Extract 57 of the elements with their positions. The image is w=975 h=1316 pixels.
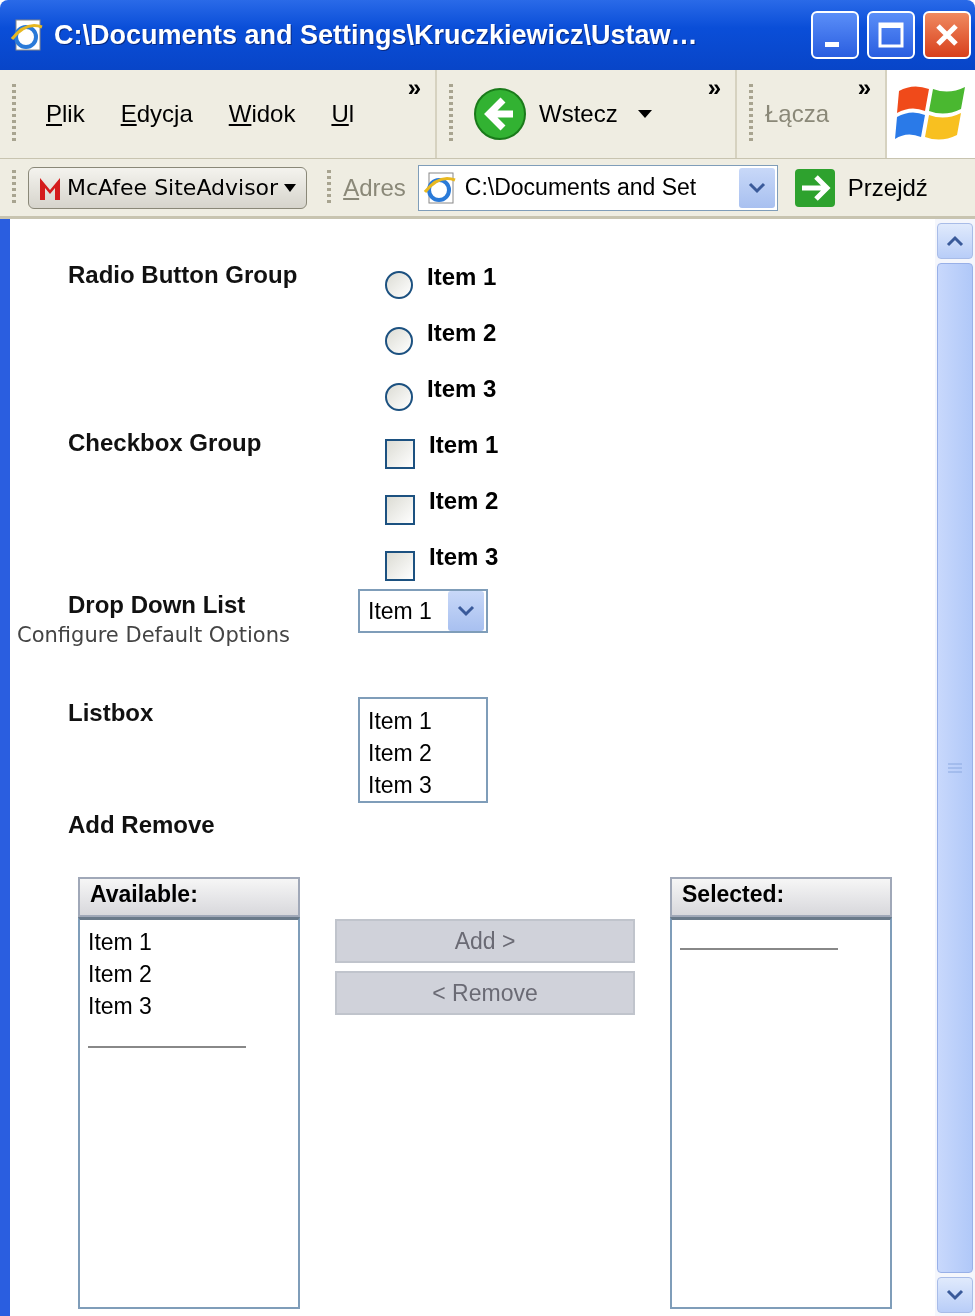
dropdown-button[interactable]	[738, 167, 775, 208]
chevron-down-icon	[946, 1289, 964, 1301]
scroll-up-button[interactable]	[937, 223, 973, 259]
chevron-button[interactable]: »	[407, 74, 421, 102]
chevron-up-icon	[946, 235, 964, 247]
go-button[interactable]: Przejdź	[793, 167, 928, 208]
list-item[interactable]: Item 1	[368, 705, 486, 737]
caret-icon[interactable]	[637, 110, 652, 118]
minimize-button[interactable]	[811, 11, 859, 59]
radio-button[interactable]	[385, 271, 413, 299]
chevron-button[interactable]: »	[707, 74, 721, 102]
menu-item[interactable]: Edycja	[102, 100, 211, 128]
field-label: Listbox	[68, 698, 155, 728]
list-item[interactable]: Item 3	[88, 990, 290, 1022]
radio-button[interactable]	[385, 327, 413, 355]
chevron-down-icon	[457, 605, 475, 617]
back-button[interactable]: Wstecz	[465, 87, 626, 141]
list-item[interactable]: Item 2	[88, 958, 290, 990]
window-title: C:\Documents and Settings\Kruczkiewicz\Ustaw…	[54, 19, 699, 51]
address-label: Adres	[343, 173, 406, 202]
option-label: Item 3	[427, 375, 497, 403]
panel-header: Available:	[78, 877, 300, 917]
menu-item[interactable]: Widok	[210, 100, 314, 128]
checkbox[interactable]	[385, 551, 415, 581]
maximize-icon	[877, 21, 905, 49]
menu-item[interactable]: Plik	[28, 100, 103, 128]
menu-item[interactable]: Ul	[313, 100, 373, 128]
maximize-button[interactable]	[867, 11, 915, 59]
checkbox[interactable]	[385, 495, 415, 525]
option-label: Item 2	[427, 319, 497, 347]
field-label: Add Remove	[68, 810, 216, 839]
dropdown[interactable]: Item 1	[358, 589, 488, 633]
siteadvisor-button[interactable]: McAfee SiteAdvisor	[28, 166, 308, 209]
field-label: Drop Down List	[68, 590, 247, 619]
overlay-text: Configure Default Options	[17, 623, 290, 647]
group-label: Checkbox Group	[68, 428, 263, 458]
list-item[interactable]: Item 1	[88, 926, 290, 958]
scrollbar[interactable]	[935, 219, 975, 1316]
group-label: Radio Button Group	[68, 260, 299, 290]
checkbox[interactable]	[385, 439, 415, 469]
address-field[interactable]: C:\Documents and Set	[417, 164, 778, 211]
option-label: Item 1	[427, 263, 497, 291]
radio-button[interactable]	[385, 383, 413, 411]
chevron-down-icon	[747, 181, 766, 194]
scroll-thumb[interactable]	[937, 263, 973, 1273]
close-button[interactable]	[923, 11, 971, 59]
dropdown-button[interactable]	[448, 591, 484, 631]
list-item[interactable]: Item 3	[368, 769, 486, 801]
option-label: Item 2	[429, 487, 499, 515]
option-label: Item 3	[429, 543, 499, 571]
option-label: Item 1	[429, 431, 499, 459]
panel-header: Selected:	[670, 877, 892, 917]
chevron-button[interactable]: »	[857, 74, 871, 102]
caret-icon	[284, 183, 297, 192]
scroll-down-button[interactable]	[937, 1277, 973, 1313]
minimize-icon	[825, 41, 839, 47]
list-item[interactable]: Item 2	[368, 737, 486, 769]
